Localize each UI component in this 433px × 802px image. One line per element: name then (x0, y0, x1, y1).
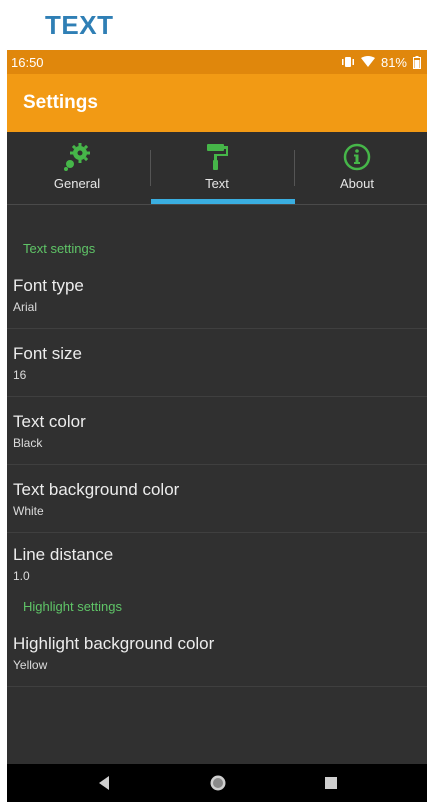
battery-icon (413, 55, 421, 69)
status-bar: 16:50 81% (7, 50, 427, 74)
tab-bar: General Text About (7, 132, 427, 205)
section-header-text-settings: Text settings (23, 241, 96, 256)
paint-roller-icon (202, 142, 232, 172)
pref-summary: Arial (13, 299, 38, 314)
tab-divider (294, 150, 295, 186)
selected-tab-indicator (151, 199, 295, 204)
pref-summary: Black (13, 435, 43, 450)
pref-title: Text background color (13, 479, 180, 499)
pref-title: Line distance (13, 545, 114, 564)
pref-title: Font type (13, 275, 84, 295)
tab-about[interactable]: About (287, 132, 427, 204)
pref-title: Highlight background color (13, 633, 215, 653)
settings-list: Text settings Font type Arial Font size … (7, 205, 427, 687)
pref-title: Text color (13, 411, 86, 431)
phone-screen: 16:50 81% Settings General Text About Te… (7, 50, 427, 802)
pref-text-color[interactable]: Text color Black (7, 397, 427, 465)
battery-percent: 81% (380, 54, 407, 70)
tab-text-label: Text (205, 176, 229, 191)
pref-summary: 16 (13, 367, 27, 382)
status-icons: 81% (341, 55, 421, 70)
info-icon (342, 142, 372, 172)
caption-text: TEXT (45, 10, 114, 40)
pref-summary: Yellow (13, 657, 48, 672)
gear-icon (62, 142, 92, 172)
tab-text[interactable]: Text (147, 132, 287, 204)
pref-font-size[interactable]: Font size 16 (7, 329, 427, 397)
section-header-highlight-settings: Highlight settings (23, 599, 122, 614)
pref-highlight-background-color[interactable]: Highlight background color Yellow (7, 619, 427, 687)
pref-text-background-color[interactable]: Text background color White (7, 465, 427, 533)
back-icon[interactable] (96, 775, 112, 791)
vibrate-icon (341, 56, 355, 68)
app-bar: Settings (7, 74, 427, 132)
navigation-bar (7, 764, 427, 802)
status-time: 16:50 (11, 54, 44, 70)
pref-summary: 1.0 (13, 569, 30, 583)
pref-title: Font size (13, 343, 82, 363)
tab-about-label: About (340, 176, 374, 191)
pref-line-distance[interactable]: Line distance 1.0 (7, 533, 427, 595)
tab-divider (150, 150, 151, 186)
tab-general[interactable]: General (7, 132, 147, 204)
wifi-icon (360, 56, 375, 68)
pref-font-type[interactable]: Font type Arial (7, 261, 427, 329)
page-title: Settings (23, 92, 98, 113)
pref-summary: White (13, 503, 44, 518)
home-icon[interactable] (209, 774, 227, 792)
recents-icon[interactable] (324, 776, 338, 790)
tab-general-label: General (53, 176, 101, 191)
